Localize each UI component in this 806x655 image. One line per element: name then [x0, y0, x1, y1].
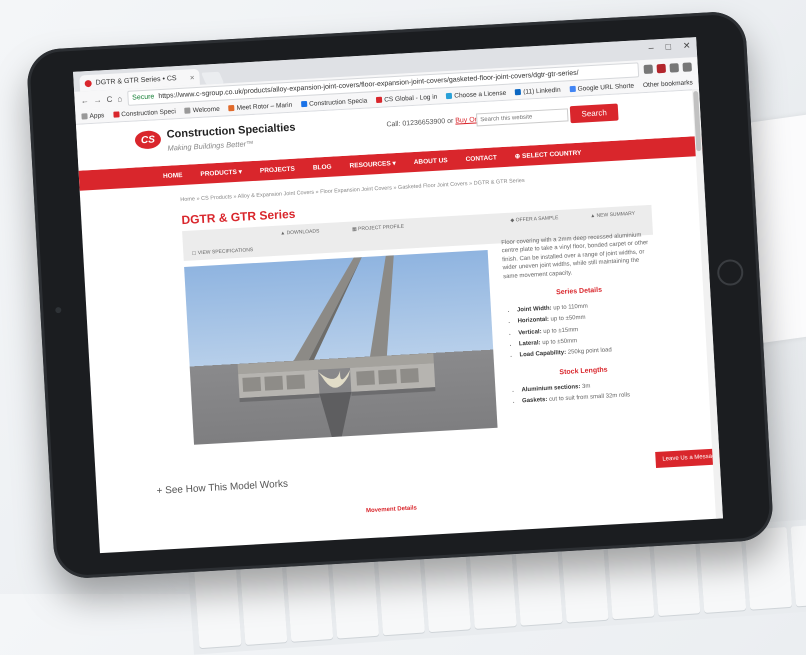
bookmark-item[interactable]: Construction Speci: [113, 108, 176, 118]
page-content: Home » CS Products » Alloy & Expansion J…: [80, 168, 717, 450]
search-input[interactable]: [475, 108, 569, 127]
extension-icon[interactable]: [669, 62, 679, 73]
tagline: Making Buildings Better™: [167, 138, 254, 153]
home-button[interactable]: [716, 258, 744, 287]
cs-blue-icon: [301, 100, 308, 108]
stock-lengths-list: Aluminium sections: 3m Gaskets: cut to s…: [509, 378, 660, 406]
forward-button[interactable]: →: [93, 95, 101, 104]
globe-icon: [184, 107, 191, 114]
favicon-icon: [84, 79, 92, 87]
star-icon[interactable]: [643, 64, 654, 74]
cs-logo[interactable]: CS: [134, 130, 162, 150]
bookmark-item[interactable]: Construction Specia: [301, 97, 367, 108]
close-window-button[interactable]: ✕: [683, 40, 691, 51]
tab-close-icon[interactable]: ×: [190, 73, 195, 82]
bookmark-item[interactable]: Google URL Shorte: [569, 82, 634, 93]
plus-icon: +: [156, 485, 163, 497]
joint-cover-illustration: [237, 255, 436, 438]
feature-item[interactable]: [262, 245, 340, 249]
window-controls: – □ ✕: [648, 40, 691, 53]
nav-projects[interactable]: PROJECTS: [260, 165, 295, 174]
bookmark-item[interactable]: (11) LinkedIn: [515, 86, 561, 96]
stock-lengths-heading: Stock Lengths: [559, 366, 608, 376]
feature-item[interactable]: [340, 240, 418, 244]
linkedin-icon: [515, 88, 522, 96]
feature-downloads[interactable]: ▲ DOWNLOADS: [261, 227, 340, 237]
call-text: Call: 01236653900 or Buy Online: [386, 115, 490, 129]
maximize-button[interactable]: □: [665, 41, 671, 52]
product-description: Floor covering with a 2mm deep recessed …: [501, 232, 649, 280]
apps-icon: [81, 113, 88, 120]
camera: [55, 306, 62, 314]
google-icon: [569, 85, 576, 93]
secure-label: Secure: [131, 92, 155, 102]
bookmark-item[interactable]: Choose a License: [446, 89, 506, 99]
license-icon: [446, 92, 453, 100]
nav-contact[interactable]: CONTACT: [465, 154, 497, 163]
cs-icon: [376, 96, 383, 104]
tablet-device: DGTR & GTR Series • CS × – □ ✕ ← → C ⌂ S…: [25, 10, 775, 580]
nav-resources[interactable]: RESOURCES ▾: [349, 159, 396, 170]
feature-item[interactable]: [417, 221, 495, 225]
feature-offer-sample[interactable]: ◆ OFFER A SAMPLE: [495, 214, 574, 224]
new-tab-button[interactable]: [201, 71, 225, 85]
see-how-toggle[interactable]: + See How This Model Works: [156, 479, 288, 497]
nav-home[interactable]: HOME: [163, 171, 183, 179]
tab-title: DGTR & GTR Series • CS: [95, 74, 177, 87]
bookmark-item[interactable]: CS Global - Log in: [376, 93, 437, 103]
search-button[interactable]: Search: [569, 103, 619, 124]
reload-button[interactable]: C: [106, 94, 112, 103]
series-details-heading: Series Details: [555, 286, 603, 297]
cs-icon: [113, 111, 120, 118]
rotor-icon: [228, 104, 235, 112]
nav-products[interactable]: PRODUCTS ▾: [200, 168, 242, 178]
other-bookmarks[interactable]: Other bookmarks: [643, 79, 693, 89]
minimize-button[interactable]: –: [648, 42, 654, 53]
menu-icon[interactable]: [682, 61, 692, 72]
feature-new-summary[interactable]: ▲ NEW SUMMARY: [573, 209, 652, 219]
nav-select-country[interactable]: ⊕ SELECT COUNTRY: [515, 149, 582, 161]
feature-item[interactable]: [183, 234, 261, 238]
feature-project-profile[interactable]: ▦ PROJECT PROFILE: [339, 222, 418, 232]
extensions: [643, 61, 692, 74]
back-button[interactable]: ←: [80, 96, 88, 105]
bookmark-apps[interactable]: Apps: [81, 112, 105, 120]
extension-icon[interactable]: [656, 63, 666, 73]
feature-item[interactable]: [418, 236, 496, 240]
bookmark-item[interactable]: Welcome: [184, 105, 220, 114]
see-how-label: See How This Model Works: [164, 478, 289, 497]
movement-details-heading: Movement Details: [365, 505, 418, 515]
bookmark-item[interactable]: Meet Rotor – Marin: [228, 101, 292, 112]
product-description-panel: Floor covering with a 2mm deep recessed …: [501, 231, 660, 409]
series-details-list: Joint Width: up to 110mm Horizontal: up …: [505, 299, 658, 361]
screen: DGTR & GTR Series • CS × – □ ✕ ← → C ⌂ S…: [73, 37, 723, 554]
feature-view-specifications[interactable]: ▢ VIEW SPECIFICATIONS: [183, 246, 262, 256]
scrollbar-thumb[interactable]: [693, 91, 702, 152]
home-nav-button[interactable]: ⌂: [117, 94, 122, 103]
nav-about[interactable]: ABOUT US: [414, 157, 448, 166]
product-render-image[interactable]: [184, 250, 498, 445]
brand-name: Construction Specialties: [166, 121, 296, 141]
nav-blog[interactable]: BLOG: [313, 163, 332, 171]
